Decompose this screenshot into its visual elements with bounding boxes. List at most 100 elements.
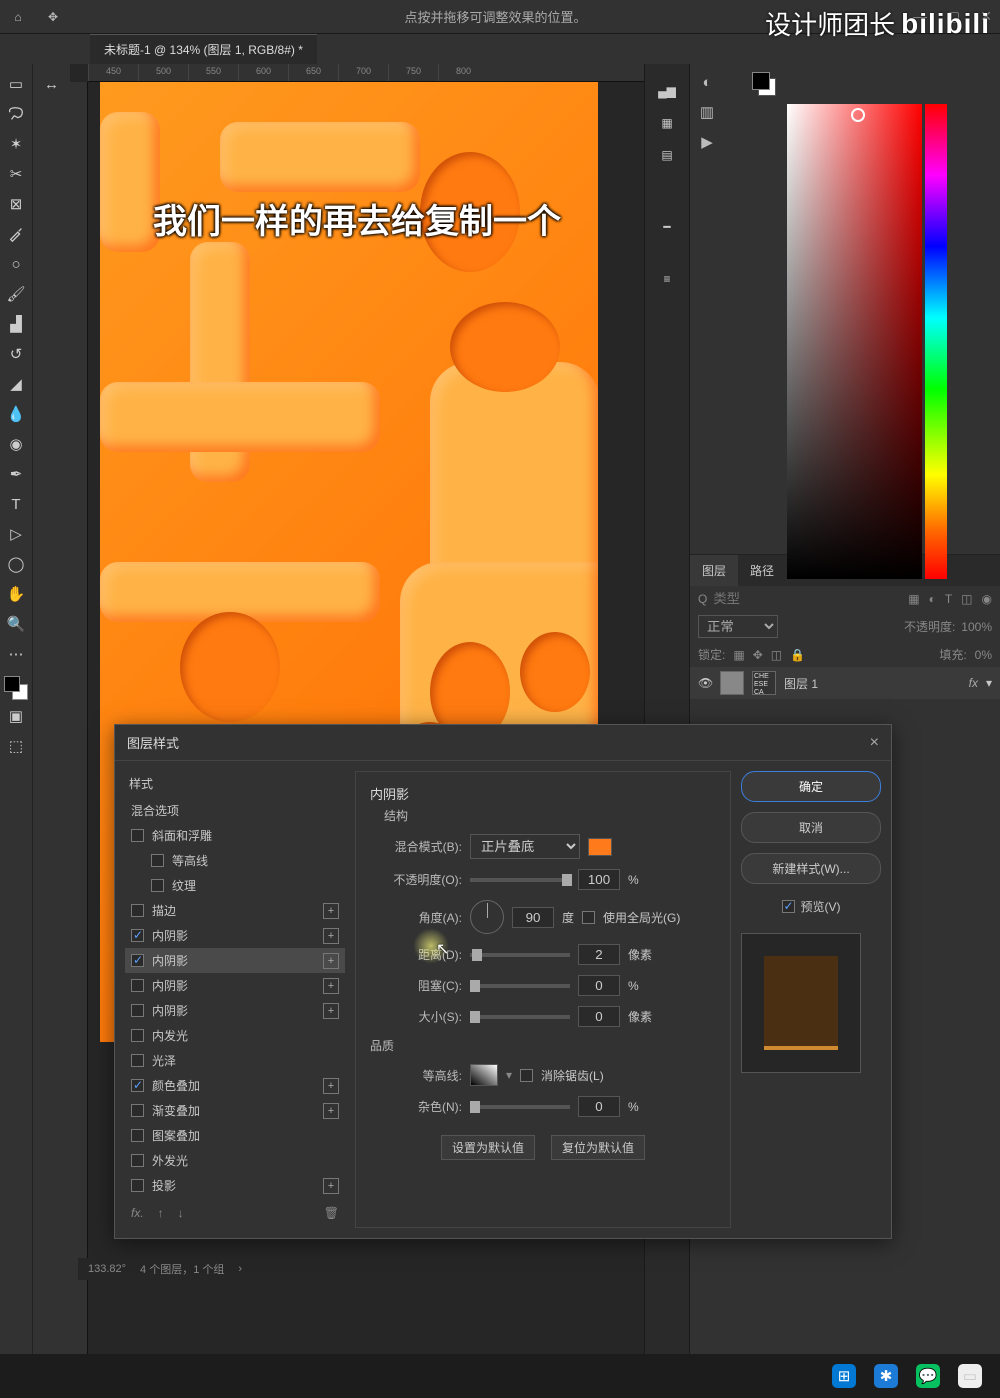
inner-shadow-row-3[interactable]: 内阴影+ (125, 973, 345, 998)
home-icon[interactable]: ⌂ (8, 7, 28, 27)
add-inner-shadow-icon-2[interactable]: + (323, 953, 339, 969)
tab-paths[interactable]: 路径 (738, 555, 786, 586)
blend-mode-select[interactable]: 正片叠底 (470, 834, 580, 859)
frame-tool-icon[interactable]: ⊠ (2, 190, 30, 218)
size-input[interactable] (578, 1006, 620, 1027)
blend-mode-select[interactable]: 正常 (698, 615, 778, 638)
quickmask-icon[interactable]: ▣ (2, 702, 30, 730)
lock-artboard-icon[interactable]: ◫ (771, 648, 782, 662)
add-inner-shadow-icon[interactable]: + (323, 928, 339, 944)
history-brush-icon[interactable]: ↺ (2, 340, 30, 368)
angle-input[interactable] (512, 907, 554, 928)
swatch-half-icon[interactable]: ◐ (702, 74, 711, 91)
contour-swatch[interactable] (470, 1064, 498, 1086)
path-select-icon[interactable]: ▷ (2, 520, 30, 548)
stamp-tool-icon[interactable]: ▟ (2, 310, 30, 338)
move-tool-icon[interactable]: ✥ (43, 7, 63, 27)
texture-row[interactable]: 纹理 (125, 873, 345, 898)
play-icon[interactable]: ▶ (701, 133, 713, 151)
size-slider[interactable] (470, 1015, 570, 1019)
zoom-level[interactable]: 133.82° (88, 1263, 126, 1275)
fx-chevron-icon[interactable]: ▾ (986, 676, 992, 690)
status-chevron-icon[interactable]: › (238, 1263, 242, 1275)
preview-checkbox[interactable] (782, 900, 795, 913)
app-icon-1[interactable]: ✱ (874, 1364, 898, 1388)
ok-button[interactable]: 确定 (741, 771, 881, 802)
color-field[interactable] (787, 104, 922, 579)
inner-glow-row[interactable]: 内发光 (125, 1023, 345, 1048)
angle-dial[interactable] (470, 900, 504, 934)
doc-info[interactable]: 4 个图层，1 个组 (140, 1261, 224, 1277)
drop-shadow-row[interactable]: 投影+ (125, 1173, 345, 1198)
add-inner-shadow-icon-3[interactable]: + (323, 978, 339, 994)
tab-layers[interactable]: 图层 (690, 555, 738, 586)
type-tool-icon[interactable]: T (2, 490, 30, 518)
library-icon[interactable]: ▥ (700, 103, 714, 121)
contour-row[interactable]: 等高线 (125, 848, 345, 873)
set-default-button[interactable]: 设置为默认值 (441, 1135, 535, 1160)
lock-all-icon[interactable]: 🔒 (790, 648, 805, 662)
blur-tool-icon[interactable]: 💧 (2, 400, 30, 428)
layer-filter-input[interactable] (713, 591, 773, 606)
noise-input[interactable] (578, 1096, 620, 1117)
add-stroke-icon[interactable]: + (323, 903, 339, 919)
bevel-row[interactable]: 斜面和浮雕 (125, 823, 345, 848)
zoom-tool-icon[interactable]: 🔍 (2, 610, 30, 638)
trash-icon[interactable]: 🗑 (324, 1206, 339, 1220)
noise-slider[interactable] (470, 1105, 570, 1109)
eyedropper-tool-icon[interactable] (2, 220, 30, 248)
new-style-button[interactable]: 新建样式(W)... (741, 853, 881, 884)
outer-glow-row[interactable]: 外发光 (125, 1148, 345, 1173)
opacity-slider[interactable] (470, 878, 570, 882)
fx-footer-icon[interactable]: fx. (131, 1206, 144, 1220)
spread-slider[interactable] (470, 984, 570, 988)
add-inner-shadow-icon-4[interactable]: + (323, 1003, 339, 1019)
histogram-icon[interactable]: ▄▆ (658, 84, 676, 98)
reset-default-button[interactable]: 复位为默认值 (551, 1135, 645, 1160)
dodge-tool-icon[interactable]: ○ (2, 250, 30, 278)
move-up-icon[interactable]: ↑ (158, 1206, 164, 1220)
marquee-tool-icon[interactable]: ▭ (2, 70, 30, 98)
lock-move-icon[interactable]: ✥ (753, 648, 763, 662)
blending-options-row[interactable]: 混合选项 (125, 798, 345, 823)
anti-alias-checkbox[interactable] (520, 1069, 533, 1082)
crop-tool-icon[interactable]: ✂ (2, 160, 30, 188)
lasso-tool-icon[interactable] (2, 100, 30, 128)
layer-row[interactable]: 👁 CHEESECA 图层 1 fx ▾ (690, 667, 1000, 699)
opacity-input[interactable] (578, 869, 620, 890)
pattern-overlay-row[interactable]: 图案叠加 (125, 1123, 345, 1148)
add-gradient-overlay-icon[interactable]: + (323, 1103, 339, 1119)
hue-slider[interactable] (925, 104, 947, 579)
info-icon[interactable]: ▦ (661, 116, 672, 130)
inner-shadow-row-2[interactable]: 内阴影+ (125, 948, 345, 973)
sponge-tool-icon[interactable]: ◉ (2, 430, 30, 458)
pen-tool-icon[interactable]: ✒ (2, 460, 30, 488)
screenmode-icon[interactable]: ⬚ (2, 732, 30, 760)
shadow-color-swatch[interactable] (588, 838, 612, 856)
satin-row[interactable]: 光泽 (125, 1048, 345, 1073)
cancel-button[interactable]: 取消 (741, 812, 881, 843)
color-overlay-row[interactable]: 颜色叠加+ (125, 1073, 345, 1098)
wechat-icon[interactable]: 💬 (916, 1364, 940, 1388)
stroke-row[interactable]: 描边+ (125, 898, 345, 923)
inner-shadow-row-4[interactable]: 内阴影+ (125, 998, 345, 1023)
more-tools-icon[interactable]: ⋯ (2, 640, 30, 668)
fg-bg-swatch[interactable] (4, 676, 28, 700)
bucket-tool-icon[interactable]: ◢ (2, 370, 30, 398)
hand-tool-icon[interactable]: ✋ (2, 580, 30, 608)
move-down-icon[interactable]: ↓ (178, 1206, 184, 1220)
app-icon-2[interactable]: ▭ (958, 1364, 982, 1388)
tool-c2-1[interactable]: ↔ (38, 70, 66, 98)
global-light-checkbox[interactable] (582, 911, 595, 924)
distance-slider[interactable] (470, 953, 570, 957)
lock-pixels-icon[interactable]: ▦ (733, 648, 744, 662)
document-tab[interactable]: 未标题-1 @ 134% (图层 1, RGB/8#) * (90, 34, 317, 64)
start-icon[interactable]: ⊞ (832, 1364, 856, 1388)
add-color-overlay-icon[interactable]: + (323, 1078, 339, 1094)
adjust-icon[interactable]: ≡ (663, 272, 670, 286)
visibility-icon[interactable]: 👁 (698, 676, 712, 690)
nav-icon[interactable]: ▤ (661, 148, 672, 162)
wand-tool-icon[interactable]: ✶ (2, 130, 30, 158)
spread-input[interactable] (578, 975, 620, 996)
brush-tool-icon[interactable]: 🖌 (2, 280, 30, 308)
